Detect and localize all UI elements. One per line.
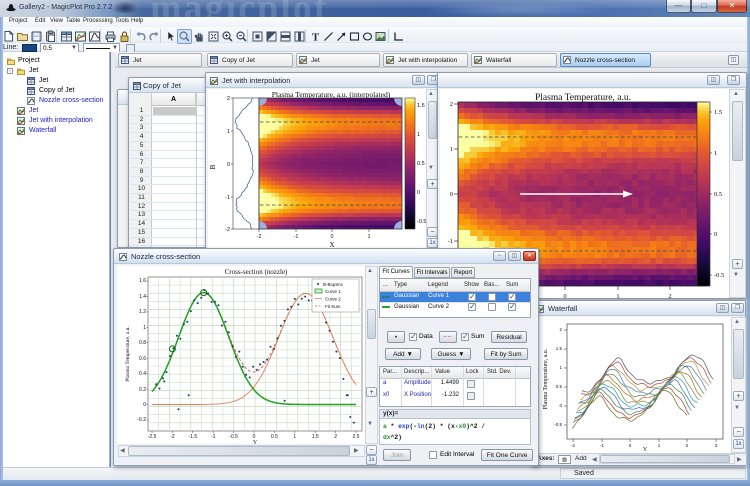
svg-text:Plasma Temperature, a.u.: Plasma Temperature, a.u. bbox=[535, 93, 631, 103]
svg-text:1: 1 bbox=[450, 146, 453, 153]
svg-text:B: B bbox=[209, 164, 217, 169]
svg-text:Plasma Temperature, a.u.: Plasma Temperature, a.u. bbox=[125, 326, 131, 382]
svg-text:1: 1 bbox=[367, 234, 370, 240]
svg-text:1.4: 1.4 bbox=[139, 294, 146, 300]
svg-text:2: 2 bbox=[668, 293, 671, 298]
svg-text:2.5: 2.5 bbox=[353, 434, 360, 440]
svg-text:-2: -2 bbox=[257, 234, 262, 240]
svg-text:0.8: 0.8 bbox=[139, 340, 146, 346]
svg-text:-2: -2 bbox=[170, 434, 175, 440]
svg-text:0: 0 bbox=[559, 403, 562, 408]
svg-text:-1.5: -1.5 bbox=[188, 434, 197, 440]
svg-text:3: 3 bbox=[715, 443, 718, 448]
svg-text:0: 0 bbox=[563, 293, 566, 298]
svg-text:1.2: 1.2 bbox=[139, 309, 146, 315]
svg-text:1: 1 bbox=[559, 365, 562, 370]
svg-text:-0.5: -0.5 bbox=[417, 219, 426, 225]
svg-text:0.5: 0.5 bbox=[271, 434, 278, 440]
svg-text:-2: -2 bbox=[571, 443, 575, 448]
svg-text:0.2: 0.2 bbox=[139, 387, 146, 393]
svg-text:-2.5: -2.5 bbox=[148, 434, 157, 440]
svg-text:-1: -1 bbox=[294, 234, 299, 240]
svg-text:B-BspSnc: B-BspSnc bbox=[323, 282, 344, 287]
svg-text:0.4: 0.4 bbox=[139, 371, 146, 377]
svg-text:1: 1 bbox=[616, 293, 619, 298]
svg-text:-1: -1 bbox=[448, 238, 453, 245]
svg-text:-1: -1 bbox=[211, 434, 216, 440]
svg-text:1: 1 bbox=[227, 129, 230, 135]
svg-text:1.5: 1.5 bbox=[556, 346, 563, 351]
svg-text:0: 0 bbox=[714, 231, 717, 238]
svg-text:1: 1 bbox=[143, 325, 146, 331]
svg-text:0: 0 bbox=[143, 402, 146, 408]
svg-text:Fit Sum: Fit Sum bbox=[325, 304, 341, 309]
svg-text:2: 2 bbox=[686, 443, 689, 448]
svg-text:-1: -1 bbox=[600, 443, 604, 448]
svg-text:-0.5: -0.5 bbox=[714, 272, 724, 279]
svg-text:0: 0 bbox=[629, 443, 632, 448]
svg-text:T: T bbox=[312, 32, 320, 44]
svg-text:0: 0 bbox=[450, 191, 453, 198]
svg-text:0: 0 bbox=[330, 234, 333, 240]
svg-text:2: 2 bbox=[450, 101, 453, 108]
svg-text:0: 0 bbox=[417, 190, 420, 196]
svg-text:Y: Y bbox=[253, 440, 258, 444]
svg-text:-2: -2 bbox=[225, 227, 230, 233]
svg-text:0: 0 bbox=[227, 162, 230, 168]
svg-text:Curve 1: Curve 1 bbox=[325, 289, 341, 294]
svg-text:-0.5: -0.5 bbox=[554, 422, 562, 427]
svg-text:1.5: 1.5 bbox=[714, 109, 722, 116]
svg-text:0.5: 0.5 bbox=[556, 384, 563, 389]
svg-text:0.5: 0.5 bbox=[417, 161, 425, 167]
svg-text:Cross-section (nozzle): Cross-section (nozzle) bbox=[225, 268, 288, 276]
svg-text:-0.2: -0.2 bbox=[137, 417, 146, 423]
svg-text:Plasma Temperature, a.u.: Plasma Temperature, a.u. bbox=[543, 348, 549, 409]
svg-text:1: 1 bbox=[293, 434, 296, 440]
svg-text:2: 2 bbox=[334, 434, 337, 440]
svg-text:1.5: 1.5 bbox=[312, 434, 319, 440]
svg-text:-1: -1 bbox=[225, 195, 230, 201]
svg-text:0.5: 0.5 bbox=[714, 191, 722, 198]
svg-text:2: 2 bbox=[227, 96, 230, 102]
svg-text:1.5: 1.5 bbox=[417, 103, 425, 109]
svg-text:1: 1 bbox=[658, 443, 661, 448]
svg-text:1: 1 bbox=[417, 132, 420, 138]
svg-text:1.6: 1.6 bbox=[139, 278, 146, 284]
svg-text:0.6: 0.6 bbox=[139, 356, 146, 362]
svg-text:2: 2 bbox=[559, 327, 562, 332]
svg-text:Curve 2: Curve 2 bbox=[325, 297, 341, 302]
svg-text:1: 1 bbox=[714, 150, 717, 157]
svg-text:-0.5: -0.5 bbox=[229, 434, 238, 440]
svg-text:X: X bbox=[329, 241, 334, 248]
